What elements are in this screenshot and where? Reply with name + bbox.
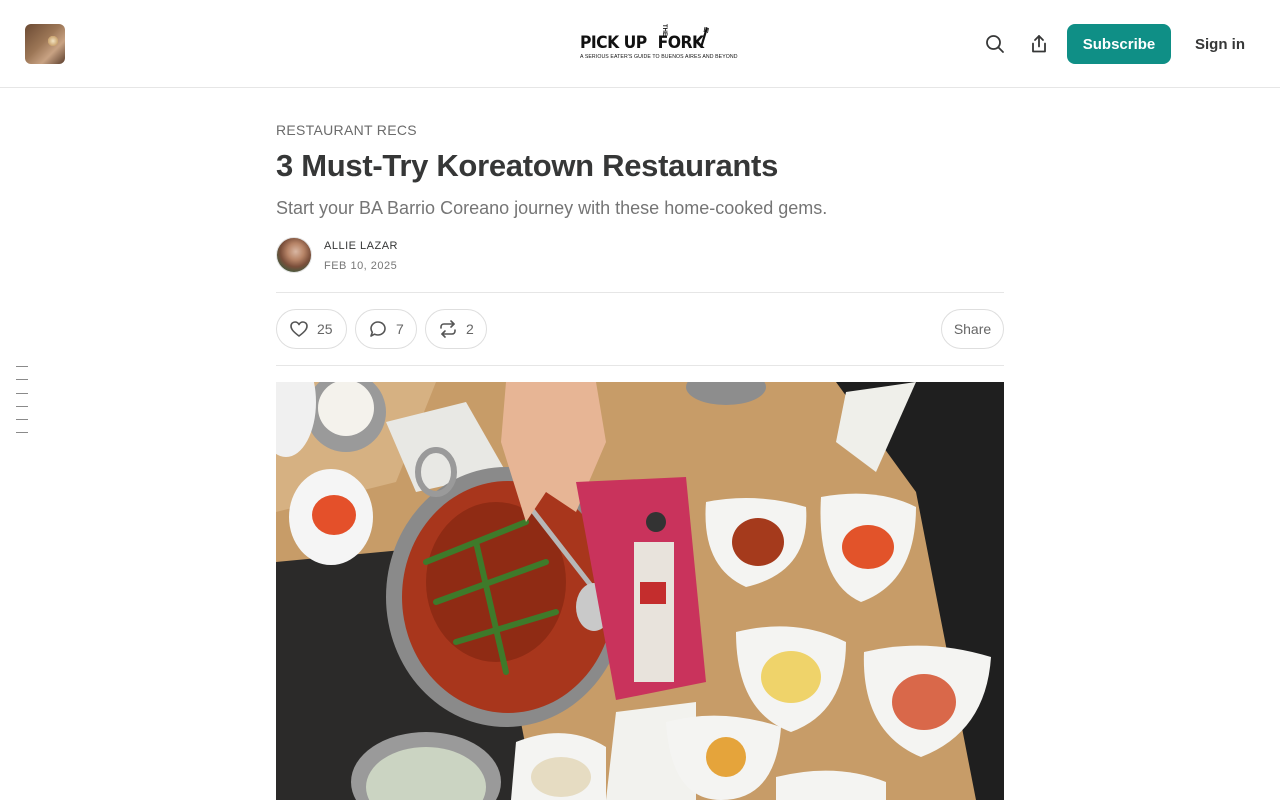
logo-wordmark: PICK UP FORK	[580, 33, 704, 53]
subscribe-button[interactable]: Subscribe	[1067, 24, 1171, 64]
publication-logo-avatar[interactable]	[25, 24, 65, 64]
table-of-contents-markers[interactable]	[16, 366, 28, 446]
restack-button[interactable]: 2	[425, 309, 487, 349]
post-title: 3 Must-Try Koreatown Restaurants	[276, 148, 779, 183]
fork-icon	[700, 26, 709, 48]
divider	[276, 365, 1004, 366]
korean-meal-photo	[276, 382, 1004, 800]
like-count: 25	[317, 321, 333, 337]
post-date: FEB 10, 2025	[324, 260, 398, 272]
logo-the: THE	[661, 24, 667, 36]
toc-marker[interactable]	[16, 379, 28, 381]
search-icon	[986, 35, 1004, 53]
share-button[interactable]: Share	[941, 309, 1004, 349]
toc-marker[interactable]	[16, 432, 28, 434]
share-top-button[interactable]	[1027, 32, 1051, 56]
restack-icon	[440, 320, 456, 338]
publication-logo[interactable]: PICK UP FORK THE A SERIOUS EATER'S GUIDE …	[578, 24, 738, 66]
comment-icon	[370, 321, 386, 337]
post-subtitle: Start your BA Barrio Coreano journey wit…	[276, 198, 828, 218]
post-category[interactable]: RESTAURANT RECS	[276, 122, 417, 138]
comment-count: 7	[396, 321, 404, 337]
toc-marker[interactable]	[16, 366, 28, 367]
hero-image[interactable]	[276, 382, 1004, 800]
author-avatar[interactable]	[276, 237, 312, 273]
share-icon	[1032, 35, 1046, 53]
toc-marker[interactable]	[16, 405, 28, 407]
like-button[interactable]: 25	[276, 309, 347, 349]
top-bar: PICK UP FORK THE A SERIOUS EATER'S GUIDE …	[0, 0, 1280, 88]
restack-count: 2	[466, 321, 474, 337]
sign-in-button[interactable]: Sign in	[1188, 24, 1252, 64]
toc-marker[interactable]	[16, 392, 28, 394]
search-button[interactable]	[983, 32, 1007, 56]
comment-button[interactable]: 7	[355, 309, 417, 349]
heart-icon	[290, 321, 308, 337]
author-name[interactable]: ALLIE LAZAR	[324, 240, 398, 252]
logo-tagline: A SERIOUS EATER'S GUIDE TO BUENOS AIRES …	[580, 54, 738, 60]
divider	[276, 292, 1004, 293]
toc-marker[interactable]	[16, 419, 28, 421]
